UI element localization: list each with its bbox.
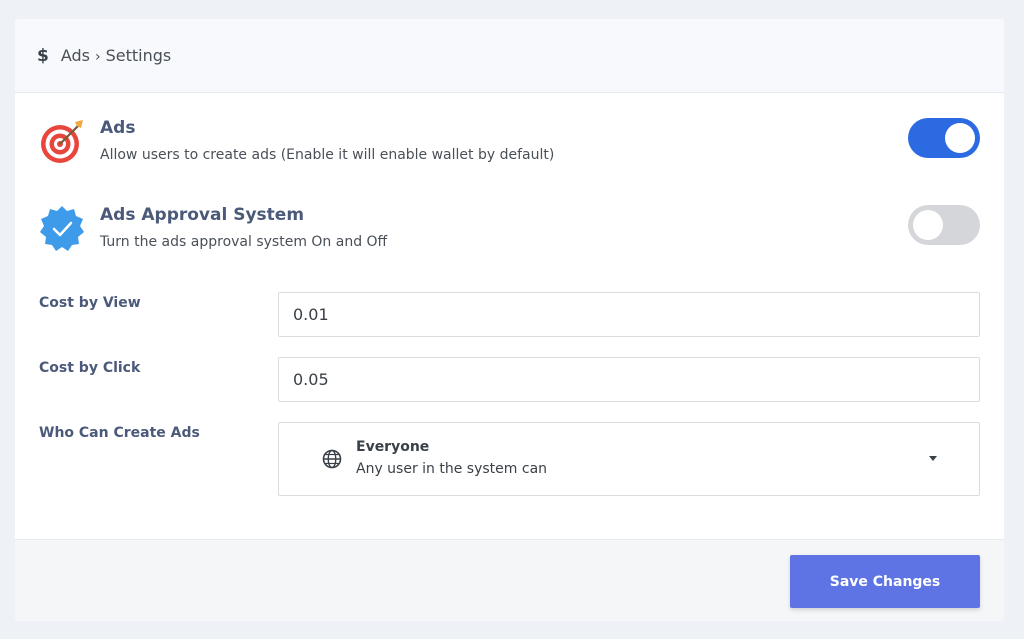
breadcrumb-separator: › (95, 49, 101, 65)
cost-by-view-label: Cost by View (39, 295, 141, 311)
cost-by-click-input[interactable] (278, 357, 980, 402)
ads-toggle[interactable] (908, 118, 980, 158)
selected-option-description: Any user in the system can (356, 461, 548, 477)
setting-row-ads-approval: Ads Approval System Turn the ads approva… (15, 205, 1004, 265)
setting-description: Turn the ads approval system On and Off (100, 234, 388, 250)
card-footer: Save Changes (15, 539, 1004, 621)
dollar-icon: $ (37, 45, 49, 66)
breadcrumb-section[interactable]: Ads (61, 46, 90, 65)
setting-title: Ads (100, 118, 136, 138)
who-can-create-ads-label: Who Can Create Ads (39, 425, 200, 441)
save-changes-button[interactable]: Save Changes (790, 555, 980, 608)
card-header: $ Ads › Settings (15, 19, 1004, 93)
toggle-knob (945, 123, 975, 153)
target-icon (41, 120, 83, 163)
breadcrumb: Ads › Settings (61, 46, 171, 65)
who-can-create-ads-select[interactable]: Everyone Any user in the system can (278, 422, 980, 496)
selected-option-title: Everyone (356, 439, 430, 455)
ads-approval-toggle[interactable] (908, 205, 980, 245)
setting-description: Allow users to create ads (Enable it wil… (100, 147, 555, 163)
verified-badge-icon (40, 206, 84, 251)
breadcrumb-page: Settings (105, 46, 172, 65)
toggle-knob (913, 210, 943, 240)
setting-title: Ads Approval System (100, 205, 305, 225)
globe-icon (322, 449, 342, 469)
setting-row-ads: Ads Allow users to create ads (Enable it… (15, 118, 1004, 178)
caret-down-icon[interactable] (929, 456, 937, 461)
cost-by-view-input[interactable] (278, 292, 980, 337)
settings-card: $ Ads › Settings Ads Allow users to create… (15, 19, 1004, 621)
cost-by-click-label: Cost by Click (39, 360, 141, 376)
